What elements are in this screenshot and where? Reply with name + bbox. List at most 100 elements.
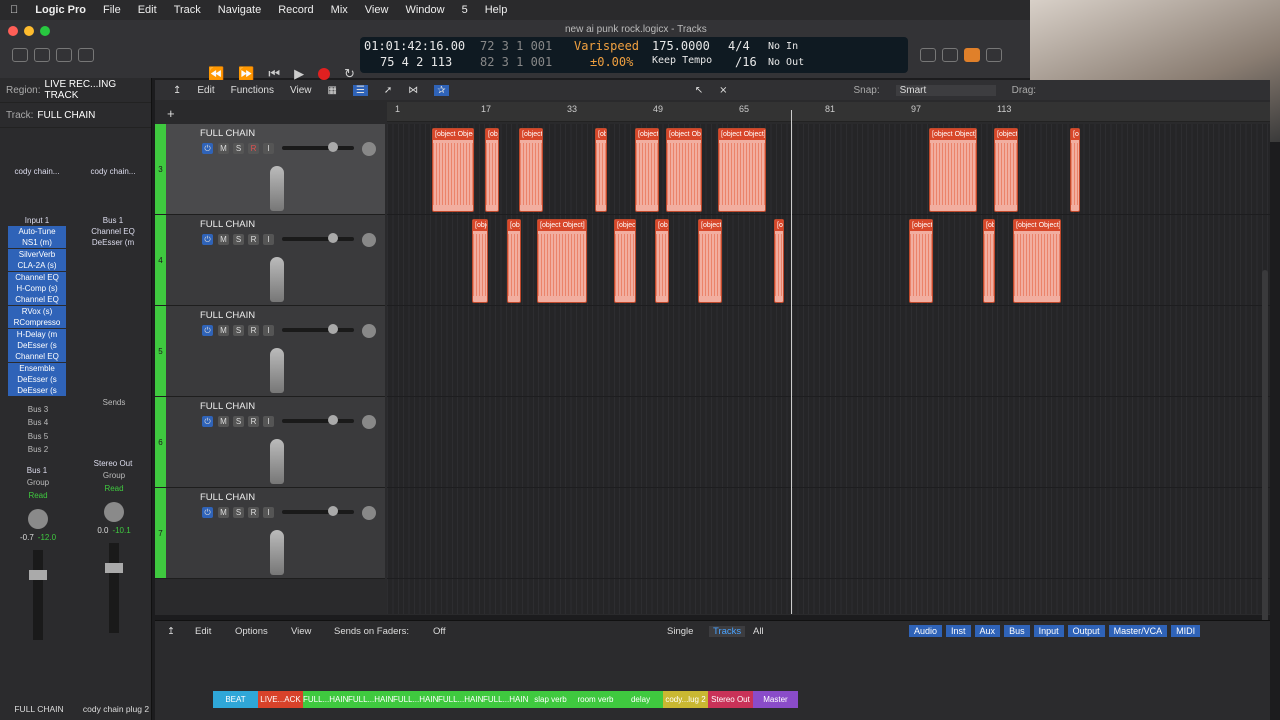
toolbar-icon[interactable] <box>78 48 94 62</box>
filter-input[interactable]: Input <box>1033 625 1064 637</box>
eq-thumbnail[interactable] <box>84 177 144 215</box>
track-button-m[interactable]: M <box>218 143 229 154</box>
plugin-slot[interactable]: Ensemble <box>8 362 66 374</box>
secondary-tool-icon[interactable]: ⨯ <box>719 85 727 96</box>
edit-menu[interactable]: Edit <box>197 85 214 96</box>
mixer-back-icon[interactable]: ↥ <box>167 626 175 637</box>
add-track-icon[interactable]: + <box>167 106 175 121</box>
menu-file[interactable]: File <box>103 4 121 16</box>
track-button-s[interactable]: S <box>233 507 244 518</box>
track-button-r[interactable]: R <box>248 507 259 518</box>
menu-mix[interactable]: Mix <box>331 4 348 16</box>
filter-midi[interactable]: MIDI <box>1171 625 1201 637</box>
volume-slider[interactable] <box>282 415 354 425</box>
view-tracks[interactable]: Tracks <box>709 626 746 637</box>
functions-menu[interactable]: Functions <box>231 85 274 96</box>
setting-slot[interactable]: cody chain... <box>84 166 142 177</box>
track-lane[interactable] <box>387 306 1270 397</box>
arrange-area[interactable]: [object Object] [object Object] [object Ob… <box>387 124 1270 614</box>
playhead[interactable] <box>791 110 792 614</box>
plugin-slot[interactable]: DeEsser (m <box>84 237 142 248</box>
mixer-channel-name[interactable]: Master <box>753 691 798 708</box>
track-header[interactable]: 4 FULL CHAIN ⏻ M S R I <box>155 215 385 306</box>
automation-mode[interactable]: Read <box>84 482 144 496</box>
zoom-icon[interactable] <box>40 26 50 36</box>
inspector-icon[interactable] <box>34 48 50 62</box>
plugin-slot[interactable]: RCompresso <box>8 317 66 329</box>
library-icon[interactable] <box>12 48 28 62</box>
filter-bus[interactable]: Bus <box>1004 625 1030 637</box>
audio-region[interactable]: [object Object] <box>655 219 669 303</box>
power-icon[interactable]: ⏻ <box>202 325 213 336</box>
track-button-m[interactable]: M <box>218 234 229 245</box>
plugin-slot[interactable]: DeEsser (s <box>8 339 66 351</box>
plugin-slot[interactable]: Auto-Tune <box>8 226 66 237</box>
track-header[interactable]: 3 FULL CHAIN ⏻ M S R I <box>155 124 385 215</box>
plugin-slot[interactable]: DeEsser (s <box>8 385 66 397</box>
plugin-slot[interactable]: CLA-2A (s) <box>8 260 66 272</box>
plugin-slot[interactable]: Channel EQ <box>84 226 142 237</box>
menu-navigate[interactable]: Navigate <box>218 4 261 16</box>
volume-slider[interactable] <box>282 324 354 334</box>
track-lane[interactable] <box>387 488 1270 579</box>
output-slot[interactable]: Stereo Out <box>84 458 142 469</box>
track-button-i[interactable]: I <box>263 325 274 336</box>
note-icon[interactable] <box>942 48 958 62</box>
track-button-i[interactable]: I <box>263 234 274 245</box>
send-slot[interactable]: Bus 3 <box>8 403 68 417</box>
view-single[interactable]: Single <box>667 626 693 637</box>
track-inspector[interactable]: Track: FULL CHAIN <box>0 103 151 128</box>
plugin-slot[interactable]: SilverVerb <box>8 248 66 260</box>
mixer-edit-menu[interactable]: Edit <box>195 626 211 637</box>
mixer-channel-name[interactable]: delay <box>618 691 663 708</box>
pan-knob[interactable] <box>362 142 376 156</box>
mixer-channel-name[interactable]: slap verb <box>528 691 573 708</box>
plugin-slot[interactable]: NS1 (m) <box>8 237 66 249</box>
track-button-r[interactable]: R <box>248 234 259 245</box>
group-slot[interactable]: Group <box>84 469 144 483</box>
vertical-scrollbar[interactable] <box>1262 270 1268 670</box>
pan-knob[interactable] <box>362 506 376 520</box>
audio-region[interactable]: [object Object] <box>507 219 521 303</box>
mixer-channel-name[interactable]: cody...lug 2 <box>663 691 708 708</box>
plugin-slot[interactable]: Channel EQ <box>8 351 66 363</box>
power-icon[interactable]: ⏻ <box>202 507 213 518</box>
audio-region[interactable]: [object Object] <box>519 128 543 212</box>
mixer-channel-name[interactable]: Stereo Out <box>708 691 753 708</box>
mixer-channel-name[interactable]: LIVE...ACK <box>258 691 303 708</box>
automation-icon[interactable]: ➚ <box>384 85 392 96</box>
track-header[interactable]: 5 FULL CHAIN ⏻ M S R I <box>155 306 385 397</box>
group-slot[interactable]: Group <box>8 476 68 490</box>
bar-ruler[interactable]: 1 17 33 49 65 81 97 113 <box>387 102 1270 122</box>
track-button-s[interactable]: S <box>233 325 244 336</box>
filter-inst[interactable]: Inst <box>946 625 971 637</box>
plugin-slot[interactable]: DeEsser (s <box>8 374 66 386</box>
filter-output[interactable]: Output <box>1067 625 1105 637</box>
plugin-slot[interactable]: H-Comp (s) <box>8 282 66 294</box>
menu-5[interactable]: 5 <box>462 4 468 16</box>
track-button-i[interactable]: I <box>263 143 274 154</box>
track-button-r[interactable]: R <box>248 416 259 427</box>
track-button-s[interactable]: S <box>233 416 244 427</box>
audio-region[interactable]: [object Object] <box>929 128 977 212</box>
filter-master-vca[interactable]: Master/VCA <box>1108 625 1168 637</box>
track-button-i[interactable]: I <box>263 416 274 427</box>
pan-knob[interactable] <box>104 501 124 522</box>
filter-audio[interactable]: Audio <box>909 625 943 637</box>
track-button-r[interactable]: R <box>248 325 259 336</box>
mixer-channel-name[interactable]: BEAT <box>213 691 258 708</box>
eq-thumbnail[interactable] <box>8 177 68 215</box>
plugin-slot[interactable]: RVox (s) <box>8 305 66 317</box>
output-slot[interactable]: Bus 1 <box>8 465 66 476</box>
power-icon[interactable]: ⏻ <box>202 234 213 245</box>
pan-knob[interactable] <box>362 324 376 338</box>
mixer-channel-name[interactable]: room verb <box>573 691 618 708</box>
help-icon[interactable] <box>56 48 72 62</box>
catch-icon[interactable]: ✰ <box>434 84 449 96</box>
back-icon[interactable]: ↥ <box>173 85 181 96</box>
audio-region[interactable]: [object Object] <box>909 219 933 303</box>
volume-slider[interactable] <box>282 233 354 243</box>
track-button-s[interactable]: S <box>233 143 244 154</box>
pan-knob[interactable] <box>362 233 376 247</box>
pointer-tool-icon[interactable]: ↖ <box>695 85 703 96</box>
